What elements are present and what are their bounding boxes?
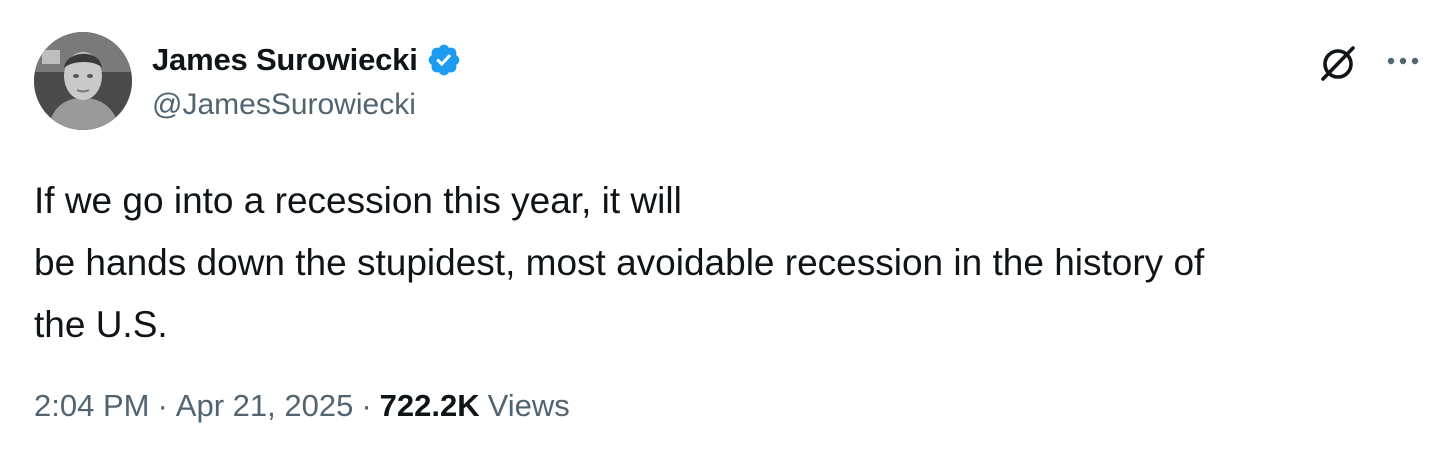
tweet-time[interactable]: 2:04 PM [34,388,149,424]
grok-icon[interactable] [1316,42,1360,86]
tweet-text-line: be hands down the stupidest, most avoida… [34,242,1205,283]
tweet-meta: 2:04 PM · Apr 21, 2025 · 722.2K Views [34,388,570,424]
tweet-card: James Surowiecki @JamesSurowiecki If we … [0,0,1456,457]
tweet-text-line: the U.S. [34,304,168,345]
author-handle[interactable]: @JamesSurowiecki [152,88,416,122]
views-count[interactable]: 722.2K [380,388,480,424]
views-label: Views [487,388,570,423]
author-name-row: James Surowiecki [152,38,462,82]
author-display-name[interactable]: James Surowiecki [152,42,418,78]
verified-badge-icon[interactable] [426,42,462,78]
more-options-icon[interactable] [1382,46,1424,76]
meta-separator: · [361,388,372,423]
tweet-date[interactable]: Apr 21, 2025 [176,388,354,424]
tweet-text-line: If we go into a recession this year, it … [34,180,682,221]
meta-separator: · [157,388,168,423]
tweet-text: If we go into a recession this year, it … [34,170,1434,356]
avatar-photo [34,32,132,130]
author-avatar[interactable] [34,32,132,130]
